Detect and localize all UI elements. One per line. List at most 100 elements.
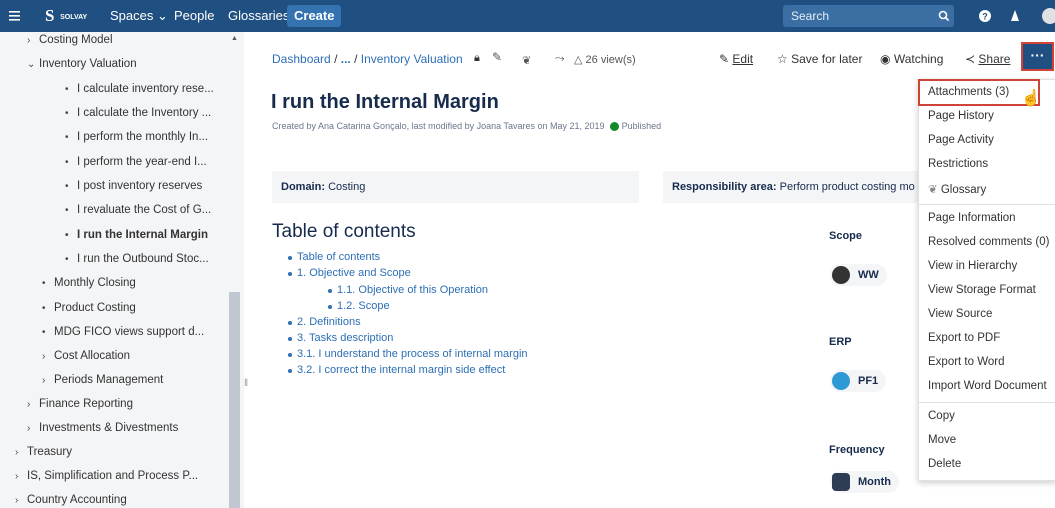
avatar[interactable] (1040, 0, 1055, 32)
bullet-icon: • (65, 181, 69, 192)
erp-chip: PF1 (830, 370, 887, 392)
page-views[interactable]: △ 26 view(s) (574, 53, 636, 66)
menu-divider (919, 402, 1055, 403)
views-warning-icon: △ (574, 54, 583, 66)
page-tree-sidebar: › Costing Model ⌄ Inventory Valuation • I c… (0, 32, 244, 508)
notifications-icon[interactable] (1008, 0, 1022, 32)
menu-item-glossary[interactable]: ❦ Glossary (928, 182, 986, 196)
restrictions-lock-icon[interactable]: 🔒︎ (474, 52, 480, 65)
menu-item-restrictions[interactable]: Restrictions (928, 158, 988, 170)
toc-link[interactable]: 3.2. I correct the internal margin side … (287, 364, 505, 376)
bullet-icon: • (42, 278, 46, 289)
svg-text:?: ? (982, 12, 988, 22)
toc-link[interactable]: 3. Tasks description (287, 332, 393, 344)
logo-s-icon: S (45, 6, 55, 25)
tree-item[interactable]: › Costing Model (27, 32, 113, 50)
chevron-right-icon: › (27, 423, 31, 434)
menu-item-view-storage-format[interactable]: View Storage Format (928, 284, 1036, 296)
tree-item[interactable]: • I post inventory reserves (65, 176, 202, 196)
toc-link[interactable]: Table of contents (287, 251, 380, 263)
menu-item-view-hierarchy[interactable]: View in Hierarchy (928, 260, 1017, 272)
toc-link[interactable]: 1.2. Scope (328, 300, 390, 312)
chevron-right-icon: › (27, 35, 31, 46)
tree-item[interactable]: › Country Accounting (15, 490, 127, 508)
bullet-icon: • (65, 84, 69, 95)
tree-item[interactable]: › Treasury (15, 442, 72, 462)
jira-links-icon[interactable]: ⤳ (555, 51, 565, 66)
tree-item[interactable]: • I run the Outbound Stoc... (65, 249, 209, 269)
tree-item[interactable]: › Finance Reporting (27, 394, 133, 414)
tree-item[interactable]: › IS, Simplification and Process P... (15, 466, 198, 486)
toc-link[interactable]: 3.1. I understand the process of interna… (288, 348, 528, 360)
breadcrumb-parent[interactable]: Inventory Valuation (361, 52, 463, 66)
top-navigation-bar: S SOLVAY Spaces ⌄ People Glossaries Crea… (0, 0, 1055, 32)
toc-link[interactable]: 2. Definitions (288, 316, 361, 328)
tree-item[interactable]: › Periods Management (42, 370, 163, 390)
breadcrumb-ellipsis[interactable]: ... (341, 52, 351, 66)
menu-item-resolved-comments[interactable]: Resolved comments (0) (928, 236, 1049, 248)
share-button[interactable]: ≺ Share (965, 52, 1010, 66)
tree-item[interactable]: • I calculate the Inventory ... (65, 103, 211, 123)
chevron-down-icon: ⌄ (27, 59, 36, 70)
bullet-icon: • (65, 230, 69, 241)
menu-item-export-pdf[interactable]: Export to PDF (928, 332, 1000, 344)
tree-item[interactable]: • I perform the year-end I... (65, 152, 207, 172)
tree-item[interactable]: • I revaluate the Cost of G... (65, 200, 211, 220)
menu-item-move[interactable]: Move (928, 434, 956, 446)
edit-button[interactable]: ✎ Edit (719, 52, 753, 66)
logo[interactable]: S SOLVAY (45, 0, 87, 32)
star-icon: ☆ (777, 52, 788, 66)
tree-item[interactable]: ⌄ Inventory Valuation (27, 54, 137, 74)
pencil-icon: ✎ (719, 52, 730, 66)
menu-item-copy[interactable]: Copy (928, 410, 955, 422)
menu-item-view-source[interactable]: View Source (928, 308, 992, 320)
tree-item[interactable]: • I calculate inventory rese... (65, 79, 214, 99)
responsibility-box: Responsibility area: Perform product cos… (663, 171, 923, 203)
menu-divider (919, 204, 1055, 205)
toc-link[interactable]: 1.1. Objective of this Operation (327, 284, 488, 296)
toc-heading: Table of contents (272, 221, 416, 242)
scope-chip: WW (830, 264, 887, 286)
help-icon[interactable]: ? (978, 0, 992, 32)
save-for-later-button[interactable]: ☆ Save for later (777, 52, 862, 66)
glossary-leaf-icon[interactable]: ❦ (522, 54, 531, 67)
tree-item[interactable]: › Investments & Divestments (27, 418, 178, 438)
scope-label: Scope (829, 230, 863, 242)
search-icon[interactable] (938, 0, 950, 32)
sidebar-scrollbar-thumb[interactable] (229, 292, 240, 508)
menu-item-export-word[interactable]: Export to Word (928, 356, 1005, 368)
tree-item[interactable]: • Monthly Closing (42, 273, 136, 293)
menu-item-page-activity[interactable]: Page Activity (928, 134, 994, 146)
chevron-right-icon: › (42, 351, 46, 362)
toc-link[interactable]: 1. Objective and Scope (288, 267, 411, 279)
spaces-menu[interactable]: Spaces ⌄ (110, 0, 168, 32)
bullet-icon: • (42, 327, 46, 338)
tree-item[interactable]: › Cost Allocation (42, 346, 130, 366)
watching-button[interactable]: ◉ Watching (880, 52, 943, 66)
menu-item-import-word[interactable]: Import Word Document (928, 380, 1047, 392)
more-actions-button[interactable]: ··· (1021, 42, 1054, 71)
monitor-icon (832, 372, 850, 390)
calendar-icon (832, 473, 850, 491)
tree-item[interactable]: • I perform the monthly In... (65, 127, 208, 147)
glossaries-link[interactable]: Glossaries (228, 0, 289, 32)
menu-item-page-information[interactable]: Page Information (928, 212, 1016, 224)
tree-item[interactable]: • MDG FICO views support d... (42, 322, 204, 342)
people-link[interactable]: People (174, 0, 214, 32)
menu-item-delete[interactable]: Delete (928, 458, 961, 470)
chevron-right-icon: › (27, 399, 31, 410)
breadcrumb-dashboard[interactable]: Dashboard (272, 52, 331, 66)
sidebar-resize-handle[interactable]: ‖ (244, 378, 248, 389)
glossary-leaf-icon: ❦ (928, 184, 938, 196)
tree-item[interactable]: • Product Costing (42, 298, 136, 318)
create-button[interactable]: Create (287, 5, 342, 27)
frequency-chip: Month (830, 471, 899, 493)
hamburger-icon[interactable] (8, 0, 24, 32)
share-icon: ≺ (965, 52, 976, 66)
attachment-paperclip-icon[interactable]: ✎ (492, 50, 502, 64)
search-input[interactable]: Search (783, 5, 954, 27)
scroll-up-arrow-icon[interactable]: ▲ (231, 35, 238, 42)
bullet-icon: • (65, 205, 69, 216)
tree-item-current[interactable]: • I run the Internal Margin (65, 225, 208, 245)
menu-item-page-history[interactable]: Page History (928, 110, 994, 122)
